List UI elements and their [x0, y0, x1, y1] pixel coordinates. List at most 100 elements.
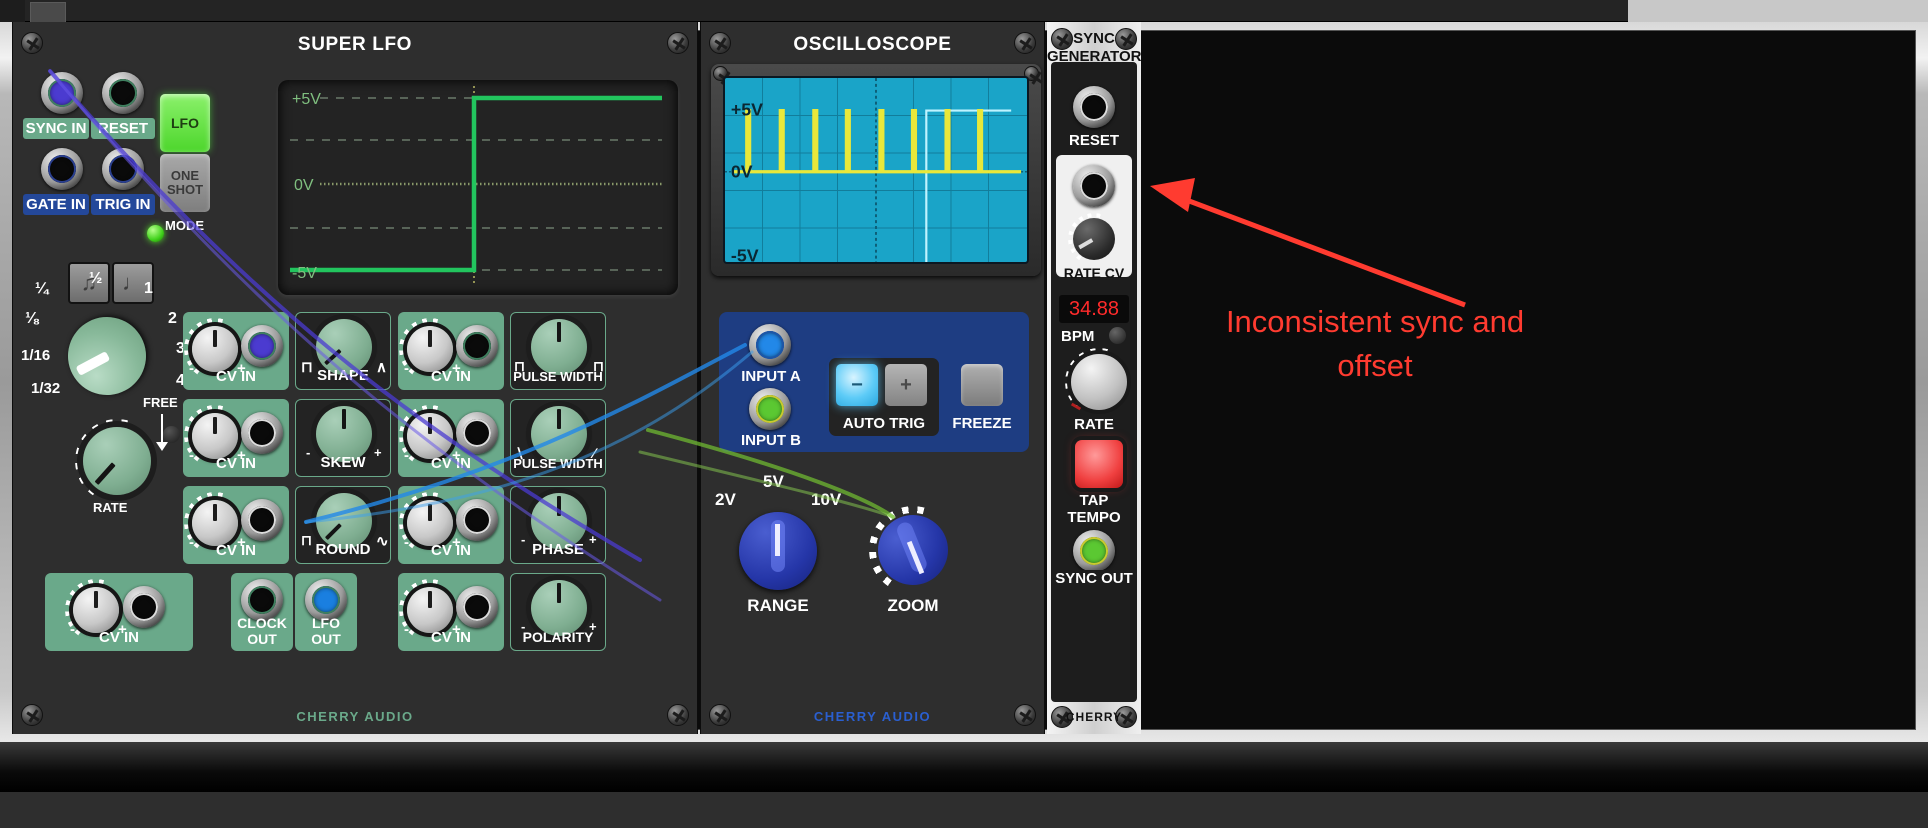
top-bar-right	[1628, 0, 1928, 22]
tap-tempo-button[interactable]	[1075, 440, 1123, 488]
label-lfo-out: LFO OUT	[311, 615, 341, 647]
cell-cv-in-polarity: - + CV IN	[398, 573, 504, 651]
top-bar-tab[interactable]	[30, 2, 66, 24]
jack-reset-sync[interactable]	[1073, 86, 1115, 128]
led-rate	[163, 426, 180, 443]
cell-label: PULSE WIDTH	[513, 456, 603, 471]
cell-cv-in-pulse-width-1: - + CV IN	[398, 312, 504, 390]
jack-cv-in-skew[interactable]	[241, 412, 283, 454]
module-title: OSCILLOSCOPE	[793, 34, 952, 55]
jack-cv-in-phase[interactable]	[456, 499, 498, 541]
cell-label: PULSE WIDTH	[513, 369, 603, 384]
tick-label-two: 2	[168, 310, 177, 327]
lfo-waveform-svg: +5V 0V -5V	[290, 86, 662, 286]
rack-bottom-shadow	[0, 742, 1928, 792]
rate-knob-sync[interactable]	[1065, 348, 1133, 416]
cell-cv-in-phase: - + CV IN	[398, 486, 504, 564]
jack-gate-in[interactable]	[41, 148, 83, 190]
mode-button-lfo[interactable]: LFO	[160, 94, 210, 152]
sync-title-line1: SYNC	[1073, 30, 1115, 47]
lfo-axis-label-0v: 0V	[294, 177, 314, 194]
cell-label: POLARITY	[522, 629, 594, 645]
polarity-knob[interactable]	[531, 580, 587, 636]
label-mode: MODE	[165, 218, 204, 233]
tick-label-thirtysecond: 1/32	[31, 380, 61, 397]
jack-reset[interactable]	[102, 72, 144, 114]
range-tick-10v: 10V	[811, 490, 842, 509]
osc-label-0v: 0V	[731, 162, 753, 182]
label-zoom: ZOOM	[887, 596, 939, 615]
cell-label: PHASE	[532, 541, 584, 558]
module-oscilloscope: OSCILLOSCOPE +5V 0V -5V INPUT A INPUT B …	[700, 22, 1045, 734]
cell-cv-in-shape: - + CV IN	[183, 312, 289, 390]
rate-knob[interactable]	[75, 419, 159, 503]
jack-cv-in-bottom[interactable]	[123, 586, 165, 628]
cell-phase: - + PHASE	[510, 486, 606, 564]
label-input-a: INPUT A	[741, 368, 801, 385]
freeze-button[interactable]	[961, 364, 1003, 406]
cell-label: SHAPE	[317, 367, 369, 384]
cell-pulse-width-2: ∖ ∕ PULSE WIDTH	[510, 399, 606, 477]
cv-attenuator-knob[interactable]	[65, 579, 127, 641]
cell-label: CV IN	[430, 542, 471, 559]
cell-cv-in-round: - + CV IN	[183, 486, 289, 564]
cell-label: CV IN	[430, 455, 471, 472]
cell-clock-out: CLOCK OUT	[231, 573, 293, 651]
module-sync-generator: SYNC GENERATOR RESET RATE CV 34.88 BPM R…	[1047, 22, 1141, 734]
lfo-axis-label-plus5v: +5V	[292, 91, 321, 108]
input-panel: INPUT A INPUT B − + AUTO TRIG FREEZE	[719, 312, 1029, 452]
jack-cv-in-pw1[interactable]	[456, 325, 498, 367]
pulse-width-knob-1[interactable]	[531, 319, 587, 375]
cv-attenuator-knob[interactable]	[399, 405, 461, 467]
label-free: FREE	[143, 395, 178, 410]
zoom-knob[interactable]	[867, 504, 959, 596]
cv-attenuator-knob[interactable]	[184, 405, 246, 467]
jack-sync-out[interactable]	[1073, 530, 1115, 572]
cv-attenuator-knob[interactable]	[399, 492, 461, 554]
range-knob[interactable]	[739, 512, 817, 590]
jack-input-b[interactable]	[749, 388, 791, 430]
label-input-b: INPUT B	[741, 432, 801, 449]
cell-label: CV IN	[430, 629, 471, 646]
rate-division-knob[interactable]	[54, 303, 160, 409]
jack-trig-in[interactable]	[102, 148, 144, 190]
label-freeze: FREEZE	[952, 415, 1012, 432]
oscilloscope-frame: +5V 0V -5V	[711, 64, 1041, 276]
label-trig-in: TRIG IN	[91, 194, 155, 215]
cv-attenuator-knob[interactable]	[184, 492, 246, 554]
cell-polarity: - + POLARITY	[510, 573, 606, 651]
top-bar	[0, 0, 1928, 24]
jack-cv-in-shape[interactable]	[241, 325, 283, 367]
label-rate-sync: RATE	[1074, 416, 1114, 433]
lfo-axis-label-minus5v: -5V	[292, 265, 317, 282]
oscilloscope-svg: +5V 0V -5V	[725, 78, 1027, 262]
cell-pulse-width-1: ⊓ ⊓ PULSE WIDTH	[510, 312, 606, 390]
jack-cv-in-round[interactable]	[241, 499, 283, 541]
label-sync-in: SYNC IN	[23, 118, 89, 139]
mode-button-one-shot[interactable]: ONE SHOT	[160, 154, 210, 212]
jack-sync-in[interactable]	[41, 72, 83, 114]
auto-trig-group: − + AUTO TRIG	[829, 358, 939, 436]
jack-cv-in-pw2[interactable]	[456, 412, 498, 454]
bottom-pane	[0, 792, 1928, 828]
led-clock	[147, 225, 164, 242]
cv-attenuator-knob[interactable]	[399, 318, 461, 380]
annotation-text: Inconsistent sync and offset	[1180, 300, 1570, 388]
auto-trig-plus-button[interactable]: +	[885, 364, 927, 406]
jack-cv-in-polarity[interactable]	[456, 586, 498, 628]
cell-cv-in-skew: - + CV IN	[183, 399, 289, 477]
cell-label: SKEW	[320, 454, 366, 471]
cell-cv-in-pulse-width-2: - + CV IN	[398, 399, 504, 477]
jack-input-a[interactable]	[749, 324, 791, 366]
annotation-line-2: offset	[1337, 348, 1413, 383]
tick-label-quarter: ¼	[35, 280, 49, 297]
lfo-waveform-display: +5V 0V -5V	[278, 80, 678, 295]
cv-attenuator-knob[interactable]	[399, 579, 461, 641]
tick-label-half: ½	[89, 270, 103, 287]
pulse-width-knob-2[interactable]	[531, 406, 587, 462]
module-title: SUPER LFO	[297, 34, 413, 55]
label-rate: RATE	[93, 500, 128, 515]
oscilloscope-screen[interactable]: +5V 0V -5V	[723, 76, 1029, 264]
auto-trig-minus-button[interactable]: −	[836, 364, 878, 406]
cv-attenuator-knob[interactable]	[184, 318, 246, 380]
